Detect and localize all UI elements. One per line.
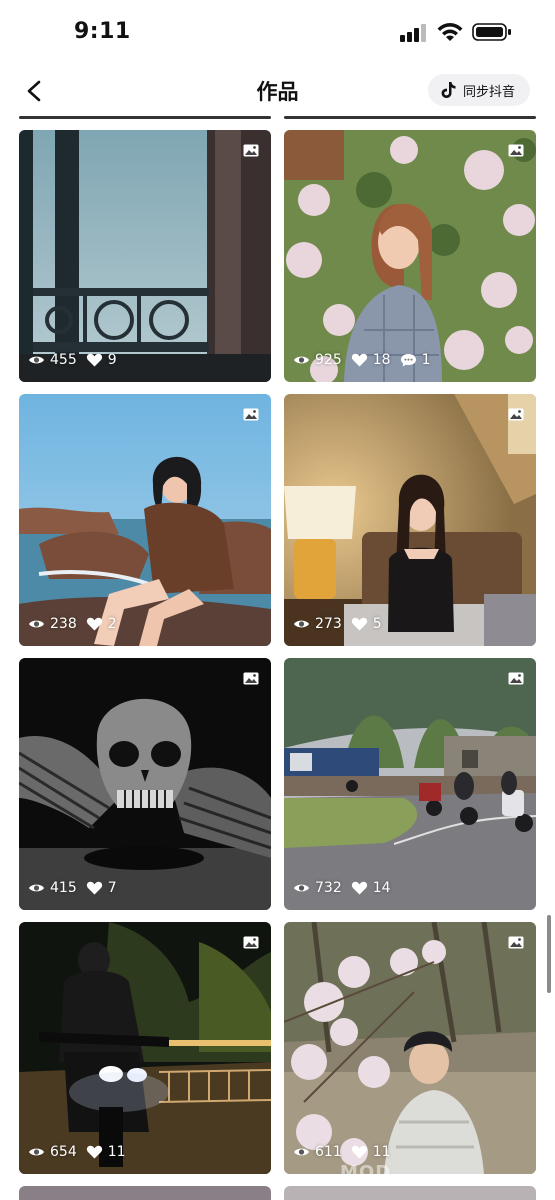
like-count: 2 xyxy=(107,616,117,632)
image-type-icon xyxy=(243,144,259,157)
work-thumbnail xyxy=(19,922,271,1174)
like-count: 11 xyxy=(372,1144,391,1160)
partial-card-top-edge xyxy=(284,116,536,119)
work-stats: 654 11 xyxy=(28,1144,135,1160)
douyin-logo-icon xyxy=(441,82,456,98)
heart-icon xyxy=(351,617,367,631)
work-card[interactable]: 455 9 xyxy=(19,130,271,382)
heart-icon xyxy=(351,881,367,895)
view-count: 415 xyxy=(50,880,77,896)
work-thumbnail xyxy=(284,658,536,910)
heart-icon xyxy=(86,617,102,631)
work-card[interactable]: 925 18 1 xyxy=(284,130,536,382)
heart-icon xyxy=(86,1145,102,1159)
eye-icon xyxy=(29,356,44,364)
work-stats: 273 5 xyxy=(293,616,391,632)
view-count: 654 xyxy=(50,1144,77,1160)
sync-douyin-button[interactable]: 同步抖音 xyxy=(428,74,530,106)
image-type-icon xyxy=(243,936,259,949)
image-type-icon xyxy=(508,144,524,157)
view-count: 455 xyxy=(50,352,77,368)
work-card[interactable]: 611 11 xyxy=(284,922,536,1174)
work-card[interactable]: 732 14 xyxy=(284,658,536,910)
work-card[interactable]: 238 2 xyxy=(19,394,271,646)
partial-card-bottom[interactable] xyxy=(19,1186,271,1200)
image-type-icon xyxy=(508,672,524,685)
comment-count: 1 xyxy=(421,352,431,368)
eye-icon xyxy=(294,884,309,892)
heart-icon xyxy=(351,1145,367,1159)
like-count: 18 xyxy=(372,352,391,368)
partial-card-top-edge xyxy=(19,116,271,119)
work-stats: 238 2 xyxy=(28,616,126,632)
image-type-icon xyxy=(243,672,259,685)
view-count: 611 xyxy=(315,1144,342,1160)
comment-icon xyxy=(400,354,416,367)
sync-douyin-label: 同步抖音 xyxy=(463,84,516,100)
image-type-icon xyxy=(243,408,259,421)
work-stats: 611 11 xyxy=(293,1144,400,1160)
like-count: 9 xyxy=(107,352,117,368)
work-card[interactable]: 273 5 xyxy=(284,394,536,646)
status-bar: 9:11 xyxy=(0,0,555,66)
watermark-text: MOD xyxy=(340,1162,392,1183)
eye-icon xyxy=(294,1148,309,1156)
image-type-icon xyxy=(508,408,524,421)
status-time: 9:11 xyxy=(74,19,131,44)
nav-bar: 作品 同步抖音 xyxy=(0,66,555,118)
scrollbar[interactable] xyxy=(547,915,551,993)
battery-icon xyxy=(472,23,511,41)
view-count: 273 xyxy=(315,616,342,632)
view-count: 238 xyxy=(50,616,77,632)
work-thumbnail xyxy=(284,394,536,646)
heart-icon xyxy=(86,881,102,895)
work-thumbnail xyxy=(19,130,271,382)
eye-icon xyxy=(29,884,44,892)
work-card[interactable]: 415 7 xyxy=(19,658,271,910)
like-count: 5 xyxy=(372,616,382,632)
partial-card-bottom[interactable] xyxy=(284,1186,536,1200)
wifi-icon xyxy=(437,23,463,41)
work-stats: 925 18 1 xyxy=(293,352,439,368)
heart-icon xyxy=(86,353,102,367)
like-count: 14 xyxy=(372,880,391,896)
work-card[interactable]: 654 11 xyxy=(19,922,271,1174)
work-stats: 732 14 xyxy=(293,880,400,896)
eye-icon xyxy=(29,620,44,628)
work-thumbnail xyxy=(284,922,536,1174)
work-stats: 415 7 xyxy=(28,880,126,896)
eye-icon xyxy=(294,356,309,364)
heart-icon xyxy=(351,353,367,367)
work-stats: 455 9 xyxy=(28,352,126,368)
eye-icon xyxy=(294,620,309,628)
image-type-icon xyxy=(508,936,524,949)
like-count: 11 xyxy=(107,1144,126,1160)
work-thumbnail xyxy=(284,130,536,382)
view-count: 732 xyxy=(315,880,342,896)
work-thumbnail xyxy=(19,394,271,646)
view-count: 925 xyxy=(315,352,342,368)
cellular-signal-icon xyxy=(400,24,428,42)
work-thumbnail xyxy=(19,658,271,910)
eye-icon xyxy=(29,1148,44,1156)
like-count: 7 xyxy=(107,880,117,896)
